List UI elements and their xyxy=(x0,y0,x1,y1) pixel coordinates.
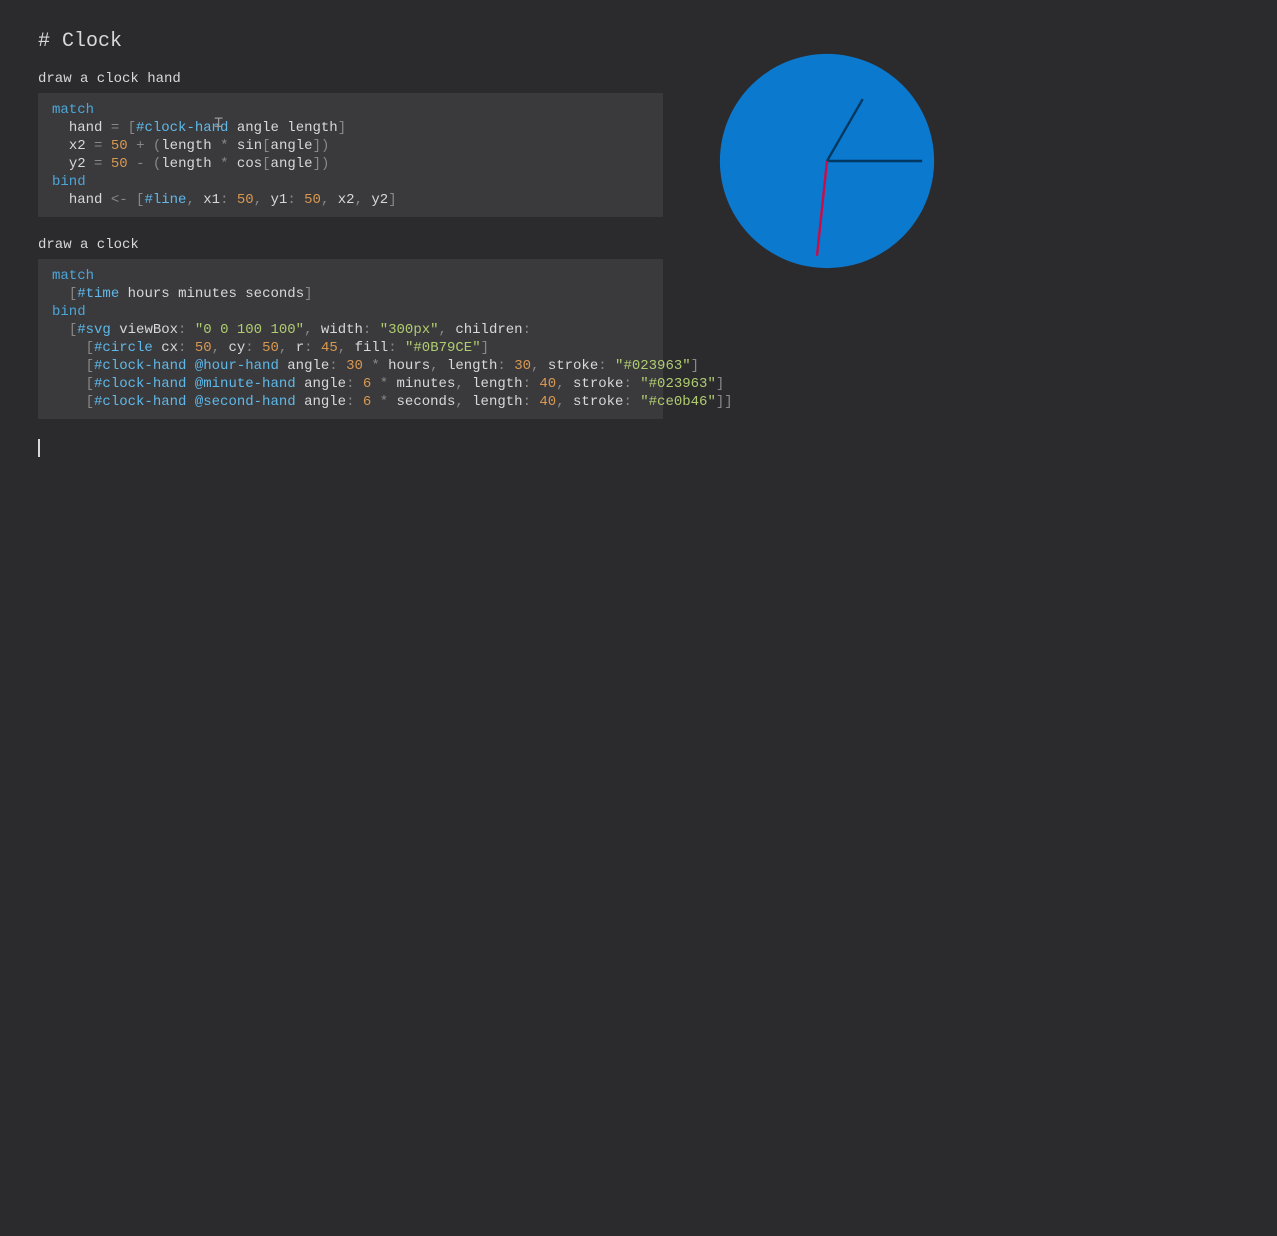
editor-panel[interactable]: # Clock draw a clock hand ⌶match hand = … xyxy=(38,30,663,457)
keyword-match: match xyxy=(52,102,94,118)
keyword-bind: bind xyxy=(52,304,86,320)
clock-svg xyxy=(708,42,946,280)
code-block-2[interactable]: match [#time hours minutes seconds] bind… xyxy=(38,259,663,419)
editor-cursor xyxy=(38,439,40,457)
document-title: # Clock xyxy=(38,30,663,53)
keyword-bind: bind xyxy=(52,174,86,190)
section-label-1: draw a clock hand xyxy=(38,71,663,87)
code-block-1[interactable]: ⌶match hand = [#clock-hand angle length]… xyxy=(38,93,663,217)
keyword-match: match xyxy=(52,268,94,284)
output-panel xyxy=(663,30,1277,457)
section-label-2: draw a clock xyxy=(38,237,663,253)
